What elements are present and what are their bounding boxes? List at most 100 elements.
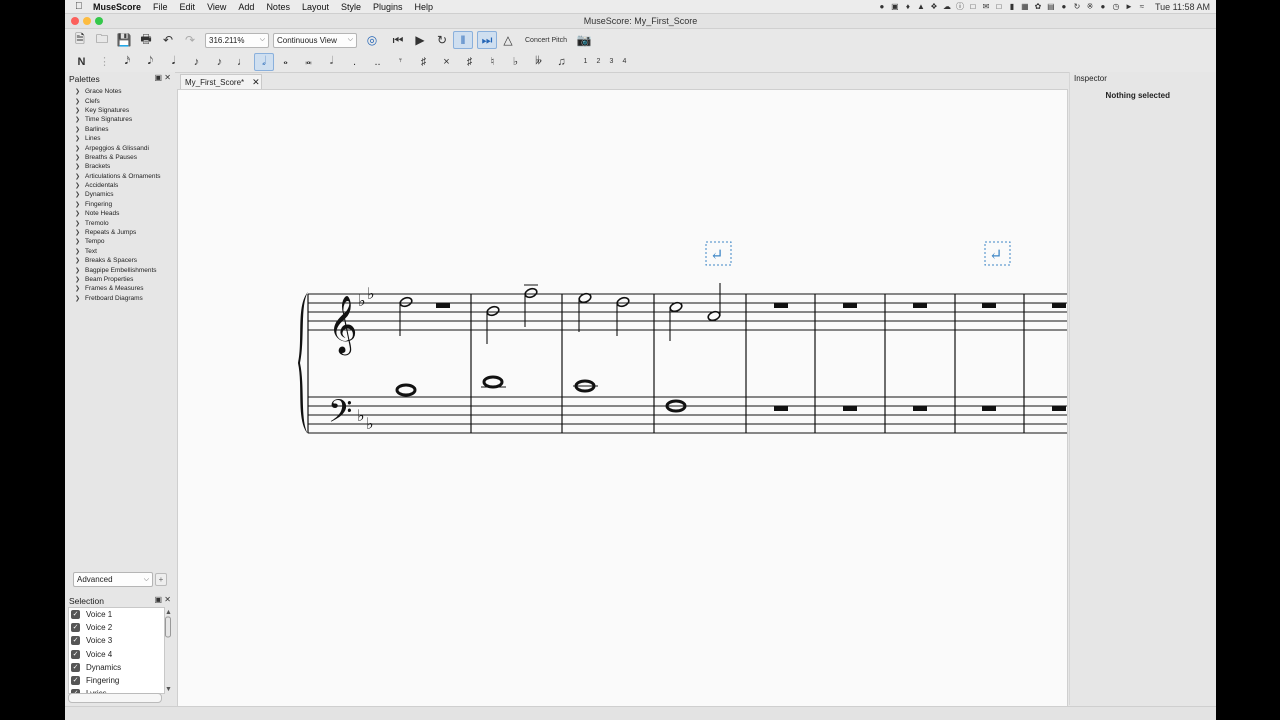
time-machine-icon[interactable]: ◷ — [1112, 2, 1120, 11]
augmentation-dot-icon[interactable]: . — [343, 53, 366, 71]
menu-layout[interactable]: Layout — [296, 2, 335, 12]
selection-filter-item[interactable]: ✓ Voice 3 — [69, 634, 164, 647]
leaf-icon[interactable]: ✿ — [1034, 2, 1042, 11]
undock-icon[interactable]: ▣ — [155, 73, 163, 82]
flat-icon[interactable]: ♭ — [504, 53, 527, 71]
calendar-icon[interactable]: ▦ — [1021, 2, 1029, 11]
selection-horizontal-scrollbar[interactable] — [68, 693, 162, 703]
app-h-icon[interactable]: □ — [969, 2, 977, 11]
line-break-marker[interactable]: ↵ — [984, 241, 1011, 266]
zoom-select[interactable]: 316.211% ⌵ — [205, 32, 269, 48]
voice-2-button[interactable]: 2 — [592, 58, 605, 65]
whole-rest[interactable] — [843, 303, 857, 308]
note-whole[interactable] — [482, 375, 504, 389]
close-icon[interactable]: ✕ — [164, 595, 171, 604]
dropbox-icon[interactable]: ❖ — [930, 2, 938, 11]
line-break-marker[interactable]: ↵ — [705, 241, 732, 266]
breve-note-icon[interactable]: 𝅜 — [297, 53, 320, 71]
bluetooth-icon[interactable]: ※ — [1086, 2, 1094, 11]
whole-rest[interactable] — [982, 303, 996, 308]
workspace-select[interactable]: Advanced ⌵ — [73, 572, 153, 587]
palette-item[interactable]: ❯ Clefs — [65, 96, 175, 105]
volume-icon[interactable]: ► — [1125, 2, 1133, 11]
note-half[interactable] — [486, 305, 500, 317]
sync-icon[interactable]: ↻ — [1073, 2, 1081, 11]
redo-icon[interactable]: ↷ — [179, 31, 201, 49]
half-rest[interactable] — [436, 303, 450, 308]
voice-4-button[interactable]: 4 — [618, 58, 631, 65]
palette-item[interactable]: ❯ Arpeggios & Glissandi — [65, 143, 175, 152]
score-tab[interactable]: My_First_Score* ✕ — [180, 74, 262, 89]
whole-note-icon[interactable]: 𝅝 — [274, 53, 297, 71]
palette-item[interactable]: ❯ Breaths & Pauses — [65, 153, 175, 162]
pan-score-icon[interactable]: ⏭ — [477, 31, 497, 49]
rewind-icon[interactable]: ⏮ — [387, 31, 409, 49]
palette-item[interactable]: ❯ Articulations & Ornaments — [65, 172, 175, 181]
undo-icon[interactable]: ↶ — [157, 31, 179, 49]
note-input-mode-icon[interactable]: N — [70, 53, 93, 71]
play-icon[interactable]: ▶ — [409, 31, 431, 49]
double-dot-icon[interactable]: .. — [366, 53, 389, 71]
info-icon[interactable]: ⓘ — [956, 1, 964, 12]
palette-item[interactable]: ❯ Dynamics — [65, 190, 175, 199]
loop-icon[interactable]: ↻ — [431, 31, 453, 49]
apple-menu-icon[interactable]:  — [75, 1, 87, 12]
quarter-note-icon[interactable]: ♩ — [231, 53, 254, 71]
open-folder-icon[interactable]: 🗀 — [91, 31, 113, 49]
flip-direction-icon[interactable]: ♫ — [550, 53, 573, 71]
view-mode-select[interactable]: Continuous View ⌵ — [273, 32, 357, 48]
palette-item[interactable]: ❯ Lines — [65, 134, 175, 143]
palette-item[interactable]: ❯ Tremolo — [65, 218, 175, 227]
camera-icon[interactable]: 📷 — [573, 31, 595, 49]
palette-item[interactable]: ❯ Brackets — [65, 162, 175, 171]
palette-item[interactable]: ❯ Tempo — [65, 237, 175, 246]
whole-rest[interactable] — [774, 303, 788, 308]
play-repeats-icon[interactable]: ‖ — [453, 31, 473, 49]
whole-rest[interactable] — [774, 406, 788, 411]
menu-file[interactable]: File — [147, 2, 174, 12]
note-half[interactable] — [399, 296, 413, 308]
checkbox-checked-icon[interactable]: ✓ — [71, 676, 80, 686]
checkbox-checked-icon[interactable]: ✓ — [71, 649, 80, 659]
score-canvas[interactable]: 𝄞 ♭ ♭ 𝄢 ♭ ♭ ↵ ↵ — [177, 89, 1068, 707]
undock-icon[interactable]: ▣ — [155, 595, 163, 604]
palette-item[interactable]: ❯ Accidentals — [65, 181, 175, 190]
spray-icon[interactable]: ● — [1060, 2, 1068, 11]
wifi-icon[interactable]: ≈ — [1138, 2, 1146, 11]
rest-icon[interactable]: 𝄾 — [389, 53, 412, 71]
cloud-icon[interactable]: ☁ — [943, 2, 951, 11]
sixty-fourth-note-icon[interactable]: 𝅘𝅥𝅯 — [116, 53, 139, 71]
sixteenth-note-icon[interactable]: 𝅘𝅥 — [162, 53, 185, 71]
menu-view[interactable]: View — [201, 2, 232, 12]
mail-icon[interactable]: ✉ — [982, 2, 990, 11]
screen-record-icon[interactable]: ▣ — [891, 2, 899, 11]
thirty-second-note-icon[interactable]: 𝅘𝅥𝅮 — [139, 53, 162, 71]
clipboard-icon[interactable]: ▤ — [1047, 2, 1055, 11]
menu-add[interactable]: Add — [232, 2, 260, 12]
battery-icon[interactable]: ▮ — [1008, 2, 1016, 11]
palette-item[interactable]: ❯ Grace Notes — [65, 87, 175, 96]
checkbox-checked-icon[interactable]: ✓ — [71, 636, 80, 646]
close-tab-icon[interactable]: ✕ — [252, 77, 260, 88]
checkbox-checked-icon[interactable]: ✓ — [71, 610, 80, 620]
menu-plugins[interactable]: Plugins — [367, 2, 409, 12]
double-sharp-icon[interactable]: × — [435, 53, 458, 71]
eighth-note-icon[interactable]: ♪ — [185, 53, 208, 71]
duration-dot-grey-icon[interactable]: ⋮ — [93, 53, 116, 71]
double-flat-icon[interactable]: 𝄫 — [527, 53, 550, 71]
checkbox-checked-icon[interactable]: ✓ — [71, 623, 80, 633]
save-icon[interactable]: 💾 — [113, 31, 135, 49]
palette-item[interactable]: ❯ Barlines — [65, 125, 175, 134]
menubar-clock[interactable]: Tue 11:58 AM — [1155, 2, 1210, 12]
midi-input-icon[interactable]: ◎ — [361, 31, 383, 49]
twitter-icon[interactable]: ♦ — [904, 2, 912, 11]
voice-3-button[interactable]: 3 — [605, 58, 618, 65]
selection-filter-item[interactable]: ✓ Fingering — [69, 674, 164, 687]
drive-icon[interactable]: ▲ — [917, 2, 925, 11]
menu-notes[interactable]: Notes — [260, 2, 296, 12]
concert-pitch-toggle[interactable]: Concert Pitch — [519, 37, 573, 44]
menu-style[interactable]: Style — [335, 2, 367, 12]
note-half[interactable] — [616, 296, 630, 308]
checkbox-checked-icon[interactable]: ✓ — [71, 662, 80, 672]
palette-item[interactable]: ❯ Beam Properties — [65, 275, 175, 284]
